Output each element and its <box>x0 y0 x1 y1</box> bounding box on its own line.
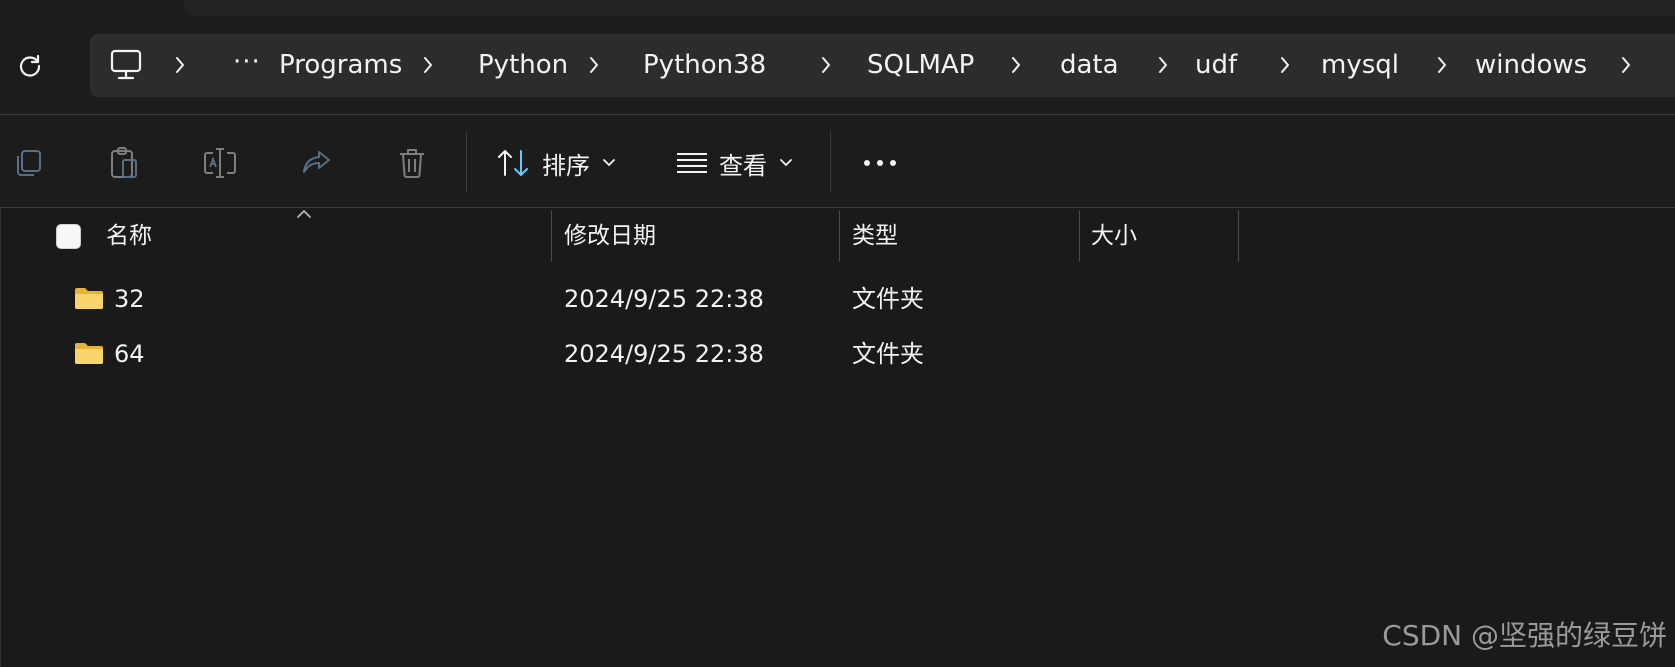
sort-button[interactable]: 排序 <box>496 137 616 189</box>
monitor-icon <box>110 49 142 80</box>
chevron-right-icon <box>424 57 432 73</box>
share-button[interactable] <box>296 143 336 183</box>
sort-label: 排序 <box>542 151 590 180</box>
chevron-right-icon <box>176 57 184 73</box>
breadcrumb-chevron[interactable] <box>1432 48 1452 82</box>
breadcrumb-chevron[interactable] <box>1153 48 1173 82</box>
view-label: 查看 <box>719 151 767 180</box>
column-resize-handle[interactable] <box>551 210 552 262</box>
sort-ascending-icon <box>297 209 311 218</box>
file-row[interactable]: 32 2024/9/25 22:38 文件夹 <box>0 272 1675 326</box>
chevron-right-icon <box>1159 57 1167 73</box>
column-header-modified[interactable]: 修改日期 <box>564 208 656 264</box>
file-type: 文件夹 <box>852 340 924 368</box>
folder-icon <box>75 288 103 309</box>
copy-button[interactable] <box>8 143 48 183</box>
paste-icon <box>111 147 137 178</box>
column-resize-handle[interactable] <box>1238 210 1239 262</box>
breadcrumb-item-programs[interactable]: Programs <box>279 34 402 97</box>
toolbar-separator <box>830 131 831 193</box>
chevron-right-icon <box>1012 57 1020 73</box>
view-lines-icon <box>677 153 707 173</box>
file-modified: 2024/9/25 22:38 <box>564 285 764 313</box>
chevron-right-icon <box>1622 57 1630 73</box>
breadcrumb-chevron[interactable] <box>418 48 438 82</box>
file-modified: 2024/9/25 22:38 <box>564 340 764 368</box>
breadcrumb-chevron[interactable] <box>816 48 836 82</box>
share-icon <box>303 151 330 173</box>
this-pc-button[interactable] <box>108 48 144 82</box>
refresh-button[interactable] <box>10 46 50 86</box>
more-icon <box>864 160 896 166</box>
toolbar-separator <box>466 131 467 193</box>
column-header-row: 名称 修改日期 类型 大小 <box>0 208 1675 264</box>
command-bar: 排序 查看 <box>0 115 1675 207</box>
breadcrumb-chevron[interactable] <box>1616 48 1636 82</box>
file-row[interactable]: 64 2024/9/25 22:38 文件夹 <box>0 327 1675 381</box>
column-resize-handle[interactable] <box>839 210 840 262</box>
file-name: 32 <box>114 285 145 313</box>
chevron-right-icon <box>1438 57 1446 73</box>
column-header-size[interactable]: 大小 <box>1091 208 1137 264</box>
column-header-type[interactable]: 类型 <box>852 208 898 264</box>
chevron-right-icon <box>822 57 830 73</box>
more-button[interactable] <box>858 143 902 183</box>
rename-icon <box>204 148 236 178</box>
column-resize-handle[interactable] <box>1079 210 1080 262</box>
copy-icon <box>17 150 41 176</box>
sort-icon <box>498 150 528 176</box>
file-name: 64 <box>114 340 145 368</box>
chevron-down-icon <box>602 158 616 168</box>
breadcrumb-item-udf[interactable]: udf <box>1195 34 1237 97</box>
folder-icon <box>75 343 103 364</box>
paste-button[interactable] <box>104 143 144 183</box>
breadcrumb-item-python38[interactable]: Python38 <box>643 34 766 97</box>
address-bar-row: ··· Programs Python Python38 SQLMAP data… <box>0 16 1675 114</box>
breadcrumb-chevron[interactable] <box>170 48 190 82</box>
column-header-name[interactable]: 名称 <box>106 208 152 264</box>
select-all-checkbox[interactable] <box>56 224 81 249</box>
breadcrumb[interactable]: ··· Programs Python Python38 SQLMAP data… <box>90 34 1675 97</box>
breadcrumb-item-windows[interactable]: windows <box>1475 34 1587 97</box>
file-type: 文件夹 <box>852 285 924 313</box>
chevron-right-icon <box>590 57 598 73</box>
breadcrumb-item-python[interactable]: Python <box>478 34 568 97</box>
rename-button[interactable] <box>200 143 240 183</box>
breadcrumb-overflow[interactable]: ··· <box>233 34 261 97</box>
chevron-down-icon <box>779 158 793 168</box>
delete-button[interactable] <box>392 143 432 183</box>
view-button[interactable]: 查看 <box>675 137 793 189</box>
chevron-right-icon <box>1281 57 1289 73</box>
breadcrumb-item-data[interactable]: data <box>1060 34 1119 97</box>
breadcrumb-chevron[interactable] <box>584 48 604 82</box>
breadcrumb-chevron[interactable] <box>1006 48 1026 82</box>
breadcrumb-item-sqlmap[interactable]: SQLMAP <box>867 34 974 97</box>
breadcrumb-item-mysql[interactable]: mysql <box>1321 34 1399 97</box>
tab-strip <box>184 0 1675 16</box>
title-bar-strip <box>0 0 1675 16</box>
watermark: CSDN @坚强的绿豆饼 <box>1382 619 1667 652</box>
trash-icon <box>400 149 424 178</box>
breadcrumb-chevron[interactable] <box>1275 48 1295 82</box>
refresh-icon <box>19 54 41 77</box>
